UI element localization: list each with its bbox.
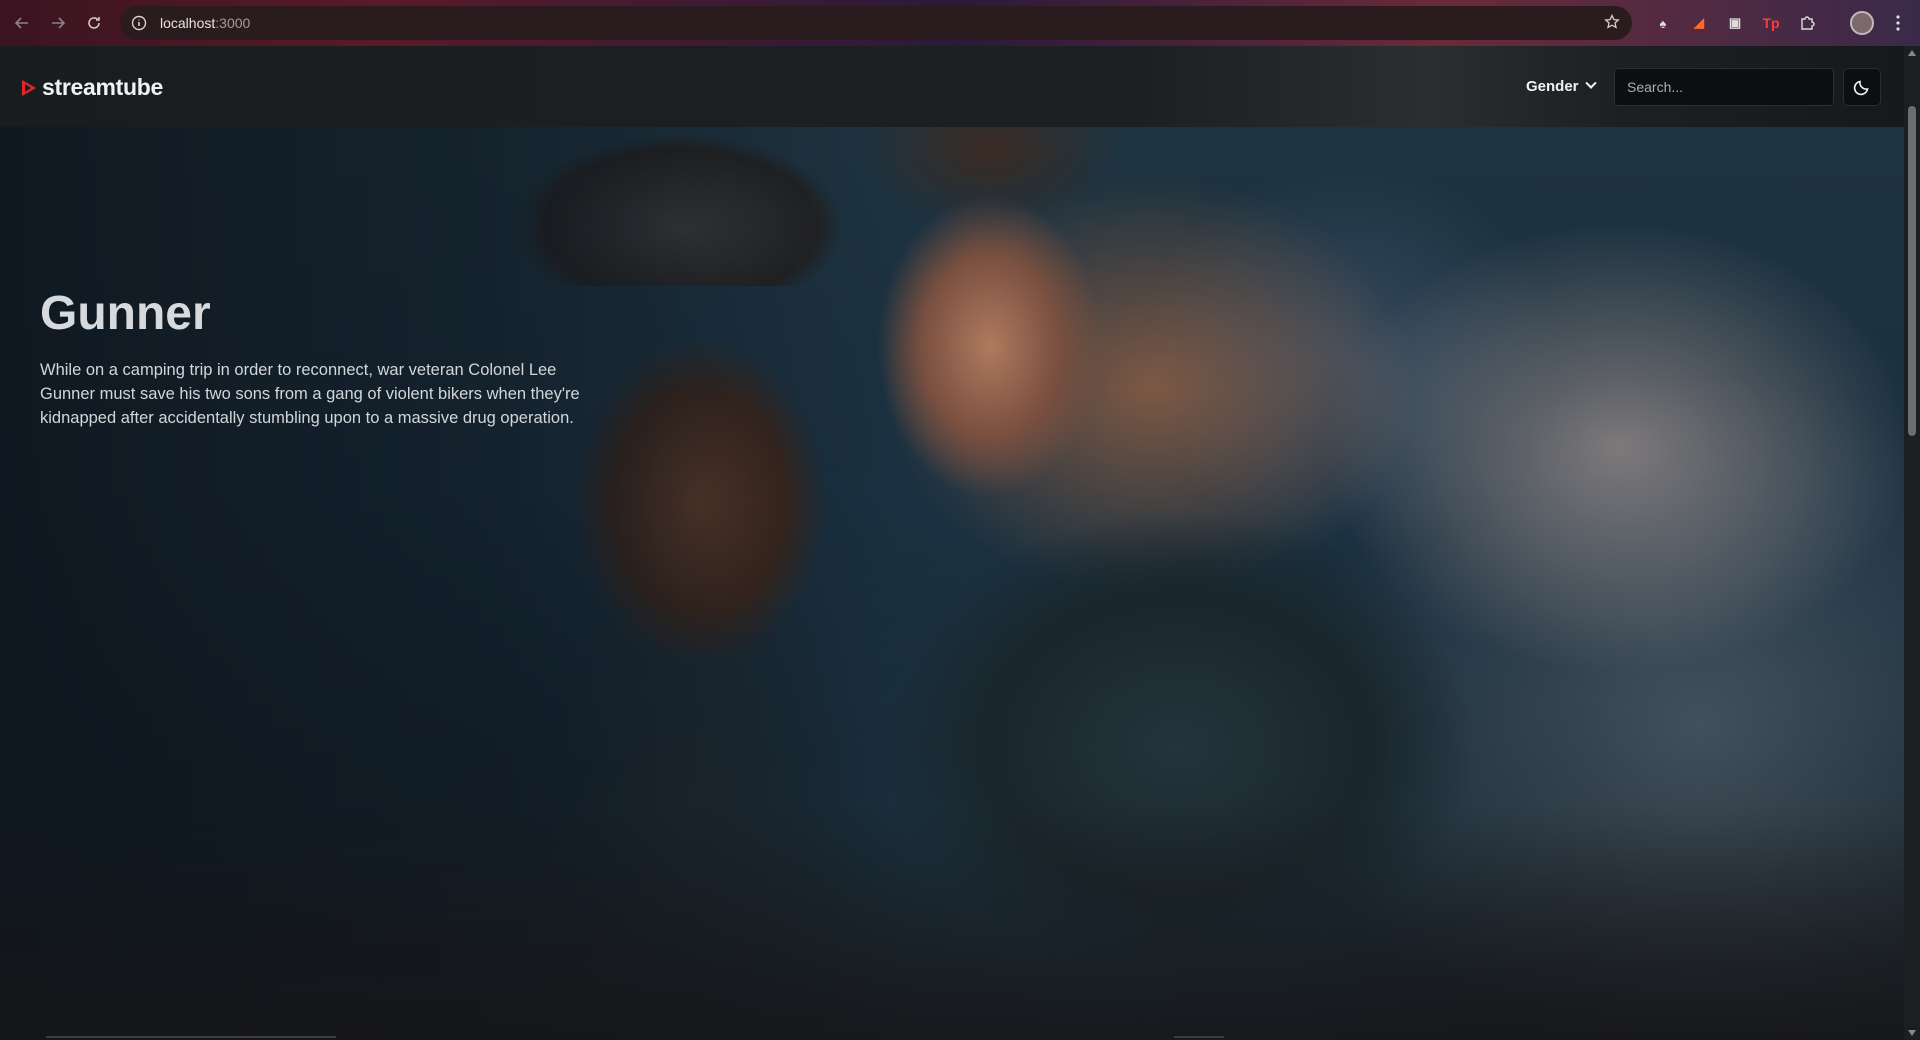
extension-icon-3[interactable]: ▣ (1724, 12, 1746, 34)
arrow-right-icon (52, 17, 66, 29)
browser-menu-icon[interactable] (1888, 10, 1908, 36)
logo-text: streamtube (42, 74, 163, 100)
url-text: localhost:3000 (160, 15, 250, 31)
divider (46, 1036, 336, 1038)
scroll-down-arrow-icon[interactable] (1908, 1030, 1916, 1036)
address-bar[interactable]: localhost:3000 (120, 6, 1632, 40)
scrollbar-thumb[interactable] (1908, 106, 1916, 436)
hero-bottom-fade (0, 806, 1904, 1040)
reload-icon (88, 17, 100, 29)
divider-secondary (1174, 1036, 1224, 1038)
scroll-up-arrow-icon[interactable] (1908, 50, 1916, 56)
url-port: :3000 (215, 15, 251, 31)
page-scrollbar[interactable] (1904, 46, 1920, 1040)
bookmark-star-icon[interactable] (1604, 13, 1620, 35)
extension-icon-2[interactable]: ◢ (1688, 12, 1710, 34)
gender-dropdown[interactable]: Gender (1526, 72, 1597, 100)
play-logo-icon (22, 79, 36, 96)
url-host: localhost (160, 15, 216, 31)
site-info-icon[interactable] (130, 14, 148, 32)
extension-icon-tp[interactable]: Tp (1760, 12, 1782, 34)
search-input[interactable] (1614, 68, 1834, 106)
extension-icon-1[interactable]: ♠ (1652, 12, 1674, 34)
profile-avatar-icon[interactable] (1850, 11, 1874, 35)
theme-toggle-button[interactable] (1843, 68, 1881, 106)
page-viewport: streamtube Gender Gunner While on a camp… (0, 46, 1904, 1040)
hero-description: While on a camping trip in order to reco… (40, 361, 580, 427)
back-button[interactable] (4, 0, 40, 46)
chevron-down-icon (1584, 77, 1597, 89)
site-logo[interactable]: streamtube (22, 74, 163, 101)
gender-dropdown-label: Gender (1526, 77, 1579, 95)
reload-button[interactable] (76, 0, 112, 46)
browser-toolbar: localhost:3000 ♠ ◢ ▣ Tp (0, 0, 1920, 46)
extensions-puzzle-icon[interactable] (1797, 12, 1819, 34)
arrow-left-icon (14, 17, 28, 29)
hero-title: Gunner (40, 287, 211, 340)
moon-icon (1853, 80, 1869, 96)
site-header: streamtube Gender (0, 46, 1904, 127)
forward-button[interactable] (40, 0, 76, 46)
